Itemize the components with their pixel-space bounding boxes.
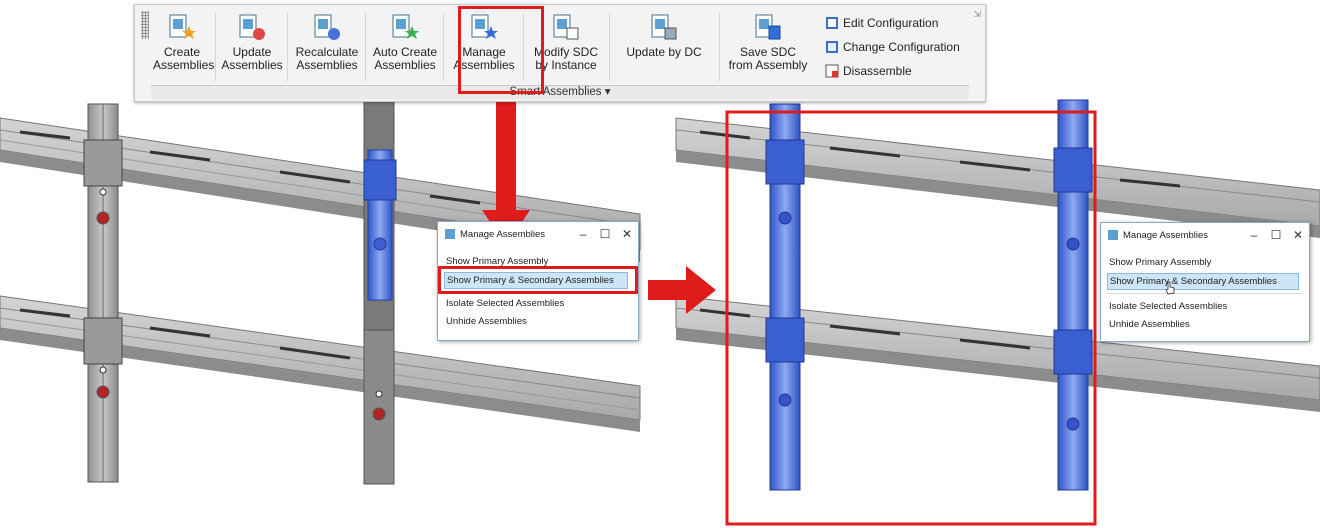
edit-configuration-button[interactable]: Edit Configuration <box>825 13 938 33</box>
panel-options-icon[interactable]: ⇲ <box>973 9 981 20</box>
update-by-dc-icon <box>651 14 677 40</box>
app-icon <box>1108 230 1118 240</box>
panel-title[interactable]: Smart Assemblies ▾ <box>151 85 969 99</box>
update-by-dc-button[interactable]: Update by DC <box>619 9 709 85</box>
button-label: Auto Create Assemblies <box>372 45 438 72</box>
button-label: Recalculate Assemblies <box>295 45 359 72</box>
edit-configuration-icon <box>826 17 838 29</box>
maximize-button[interactable]: ☐ <box>1265 228 1287 242</box>
change-configuration-icon <box>826 41 838 53</box>
button-label: Change Configuration <box>843 40 960 54</box>
menu-item-show-primary[interactable]: Show Primary Assembly <box>1109 255 1211 270</box>
hand-cursor-icon <box>1165 281 1175 295</box>
auto-create-assemblies-button[interactable]: Auto Create Assemblies <box>371 9 439 85</box>
button-label: Update by DC <box>626 45 702 59</box>
button-label: Edit Configuration <box>843 16 939 30</box>
title-bar: Manage Assemblies – ☐ ✕ <box>438 222 638 246</box>
maximize-button[interactable]: ☐ <box>594 227 616 241</box>
disassemble-button[interactable]: Disassemble <box>825 61 912 81</box>
ribbon-panel: ⇲ Create Assemblies Update Assemblies Re… <box>134 4 986 102</box>
create-assemblies-icon <box>169 14 196 39</box>
manage-button-highlight <box>458 6 544 94</box>
recalculate-assemblies-icon <box>314 14 340 40</box>
dialog-title: Manage Assemblies <box>1123 229 1209 241</box>
column-blue-selected <box>363 99 397 485</box>
manage-assemblies-dialog: Manage Assemblies – ☐ ✕ Show Primary Ass… <box>1100 222 1310 342</box>
button-label: Save SDC from Assembly <box>728 45 808 72</box>
disassemble-icon <box>825 64 839 78</box>
column-gray <box>83 103 123 483</box>
minimize-button[interactable]: – <box>1243 228 1265 242</box>
title-bar: Manage Assemblies – ☐ ✕ <box>1101 223 1309 247</box>
grip-handle[interactable] <box>141 11 149 39</box>
update-assemblies-button[interactable]: Update Assemblies <box>221 9 283 85</box>
recalculate-assemblies-button[interactable]: Recalculate Assemblies <box>293 9 361 85</box>
menu-item-isolate-selected[interactable]: Isolate Selected Assemblies <box>446 296 564 311</box>
app-icon <box>445 229 455 239</box>
menu-item-unhide[interactable]: Unhide Assemblies <box>1109 317 1190 332</box>
save-sdc-from-assembly-button[interactable]: Save SDC from Assembly <box>723 9 813 85</box>
update-assemblies-icon <box>239 14 265 40</box>
column-blue <box>765 103 805 491</box>
close-button[interactable]: ✕ <box>616 227 638 241</box>
minimize-button[interactable]: – <box>572 227 594 241</box>
button-label: Create Assemblies <box>153 45 215 72</box>
save-sdc-icon <box>755 14 781 40</box>
menu-item-show-primary-secondary[interactable]: Show Primary & Secondary Assemblies <box>1107 273 1299 290</box>
menu-item-isolate-selected[interactable]: Isolate Selected Assemblies <box>1109 299 1227 314</box>
button-label: Disassemble <box>843 64 912 78</box>
change-configuration-button[interactable]: Change Configuration <box>825 37 960 57</box>
option-highlight <box>438 266 638 294</box>
dialog-title: Manage Assemblies <box>460 228 546 240</box>
modify-sdc-icon <box>553 14 579 40</box>
menu-item-unhide[interactable]: Unhide Assemblies <box>446 314 527 329</box>
auto-create-assemblies-icon <box>392 14 419 39</box>
create-assemblies-button[interactable]: Create Assemblies <box>153 9 215 85</box>
close-button[interactable]: ✕ <box>1287 228 1309 242</box>
button-label: Update Assemblies <box>221 45 283 72</box>
column-blue <box>1053 99 1093 491</box>
